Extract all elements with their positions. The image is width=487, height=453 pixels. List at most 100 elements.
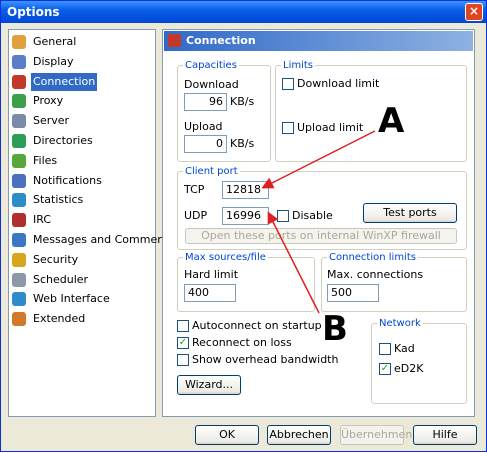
client-port-legend: Client port	[185, 166, 238, 177]
autoconnect-checkbox[interactable]	[177, 320, 189, 332]
sidebar-item-display[interactable]: Display	[12, 53, 74, 71]
annotation-b: B	[322, 309, 348, 349]
plug-icon	[12, 74, 26, 89]
download-limit-label: Download limit	[297, 77, 380, 90]
notification-icon	[12, 173, 26, 188]
sidebar-item-label: Files	[33, 153, 58, 167]
max-connections-label: Max. connections	[327, 268, 424, 281]
max-sources-legend: Max sources/file	[185, 252, 266, 263]
sidebar-item-label: Server	[33, 114, 70, 128]
sidebar-item-security[interactable]: Security	[12, 251, 78, 269]
tcp-port-input[interactable]: 12818	[222, 181, 269, 199]
connection-panel: Connection Capacities Download 96 KB/s U…	[162, 29, 475, 417]
ed2k-checkbox[interactable]: ✓	[379, 363, 391, 375]
sidebar-item-connection[interactable]: Connection	[12, 72, 98, 91]
upload-capacity-input[interactable]: 0	[184, 135, 227, 153]
irc-icon	[12, 213, 26, 228]
sidebar-item-general[interactable]: General	[12, 33, 76, 51]
upload-limit-label: Upload limit	[297, 121, 364, 134]
folder-icon	[12, 134, 26, 148]
title-bar[interactable]: Options ×	[1, 1, 486, 23]
hard-limit-input[interactable]: 400	[184, 284, 236, 302]
panel-header: Connection	[164, 31, 473, 51]
apply-button[interactable]: Übernehmen	[340, 425, 412, 445]
panel-title: Connection	[186, 34, 256, 47]
autoconnect-label: Autoconnect on startup	[192, 319, 322, 332]
ed2k-label: eD2K	[394, 362, 424, 375]
display-icon	[12, 54, 26, 69]
close-button[interactable]: ×	[465, 3, 483, 21]
annotation-a: A	[378, 101, 405, 141]
sidebar-item-statistics[interactable]: Statistics	[12, 191, 83, 209]
lock-icon	[12, 252, 26, 267]
sidebar-item-irc[interactable]: IRC	[12, 211, 51, 229]
ok-button[interactable]: OK	[195, 425, 259, 445]
cancel-button[interactable]: Abbrechen	[267, 425, 331, 445]
sidebar-item-files[interactable]: Files	[12, 152, 57, 170]
sidebar-item-directories[interactable]: Directories	[12, 132, 93, 150]
sidebar-item-proxy[interactable]: Proxy	[12, 92, 63, 110]
sidebar-item-label: Web Interface	[33, 292, 110, 306]
connection-limits-legend: Connection limits	[329, 252, 416, 263]
reconnect-checkbox[interactable]: ✓	[177, 337, 189, 349]
extended-icon	[12, 312, 26, 327]
sidebar-item-extended[interactable]: Extended	[12, 310, 85, 328]
gear-icon	[12, 35, 26, 49]
statistics-icon	[12, 193, 26, 208]
sidebar-item-label: Proxy	[33, 94, 64, 108]
connection-limits-group: Connection limits	[321, 252, 467, 312]
network-legend: Network	[379, 318, 421, 329]
sidebar-item-label: Notifications	[33, 173, 102, 187]
upload-unit: KB/s	[230, 137, 255, 150]
plug-icon	[168, 34, 181, 47]
sidebar-item-notifications[interactable]: Notifications	[12, 172, 102, 190]
help-button[interactable]: Hilfe	[413, 425, 477, 445]
tcp-label: TCP	[184, 183, 205, 196]
download-unit: KB/s	[230, 95, 255, 108]
wizard-button[interactable]: Wizard...	[177, 375, 241, 395]
messages-icon	[12, 233, 26, 247]
disable-label: Disable	[292, 209, 333, 222]
options-sidebar: General Display Connection Proxy Server Direc…	[8, 29, 174, 417]
window-title: Options	[7, 5, 60, 19]
sidebar-item-messages-and-comments[interactable]: Messages and Comments	[12, 231, 174, 249]
server-icon	[12, 114, 26, 129]
sidebar-item-label: IRC	[33, 213, 52, 227]
network-group: Network	[371, 318, 467, 404]
kad-checkbox[interactable]	[379, 343, 391, 355]
upload-label: Upload	[184, 120, 223, 133]
close-icon: ×	[468, 4, 480, 18]
sidebar-item-server[interactable]: Server	[12, 112, 69, 130]
hard-limit-label: Hard limit	[184, 268, 239, 281]
sidebar-item-label: General	[33, 35, 77, 48]
calendar-icon	[12, 272, 26, 287]
download-capacity-input[interactable]: 96	[184, 93, 227, 111]
download-limit-checkbox[interactable]	[282, 78, 294, 90]
udp-port-input[interactable]: 16996	[222, 207, 269, 225]
max-connections-input[interactable]: 500	[327, 284, 379, 302]
overhead-bandwidth-checkbox[interactable]	[177, 354, 189, 366]
disable-udp-checkbox[interactable]	[277, 210, 289, 222]
sidebar-item-scheduler[interactable]: Scheduler	[12, 271, 88, 289]
proxy-icon	[12, 94, 26, 109]
reconnect-label: Reconnect on loss	[192, 336, 292, 349]
sidebar-item-label: Connection	[31, 72, 98, 91]
sidebar-item-label: Directories	[33, 134, 93, 147]
download-label: Download	[184, 78, 239, 91]
sidebar-item-label: Security	[33, 252, 79, 266]
files-icon	[12, 153, 26, 168]
sidebar-item-label: Extended	[33, 312, 86, 326]
max-sources-group: Max sources/file	[177, 252, 315, 312]
limits-group: Limits	[275, 60, 467, 162]
sidebar-item-label: Statistics	[33, 193, 84, 207]
upload-limit-checkbox[interactable]	[282, 122, 294, 134]
globe-icon	[12, 292, 26, 307]
open-firewall-ports-button[interactable]: Open these ports on internal WinXP firew…	[185, 228, 457, 244]
sidebar-item-label: Scheduler	[33, 272, 89, 286]
sidebar-item-label: Display	[33, 54, 74, 68]
limits-legend: Limits	[283, 60, 313, 71]
kad-label: Kad	[394, 342, 415, 355]
sidebar-item-web-interface[interactable]: Web Interface	[12, 290, 110, 308]
overhead-bandwidth-label: Show overhead bandwidth	[192, 353, 339, 366]
test-ports-button[interactable]: Test ports	[363, 203, 457, 223]
